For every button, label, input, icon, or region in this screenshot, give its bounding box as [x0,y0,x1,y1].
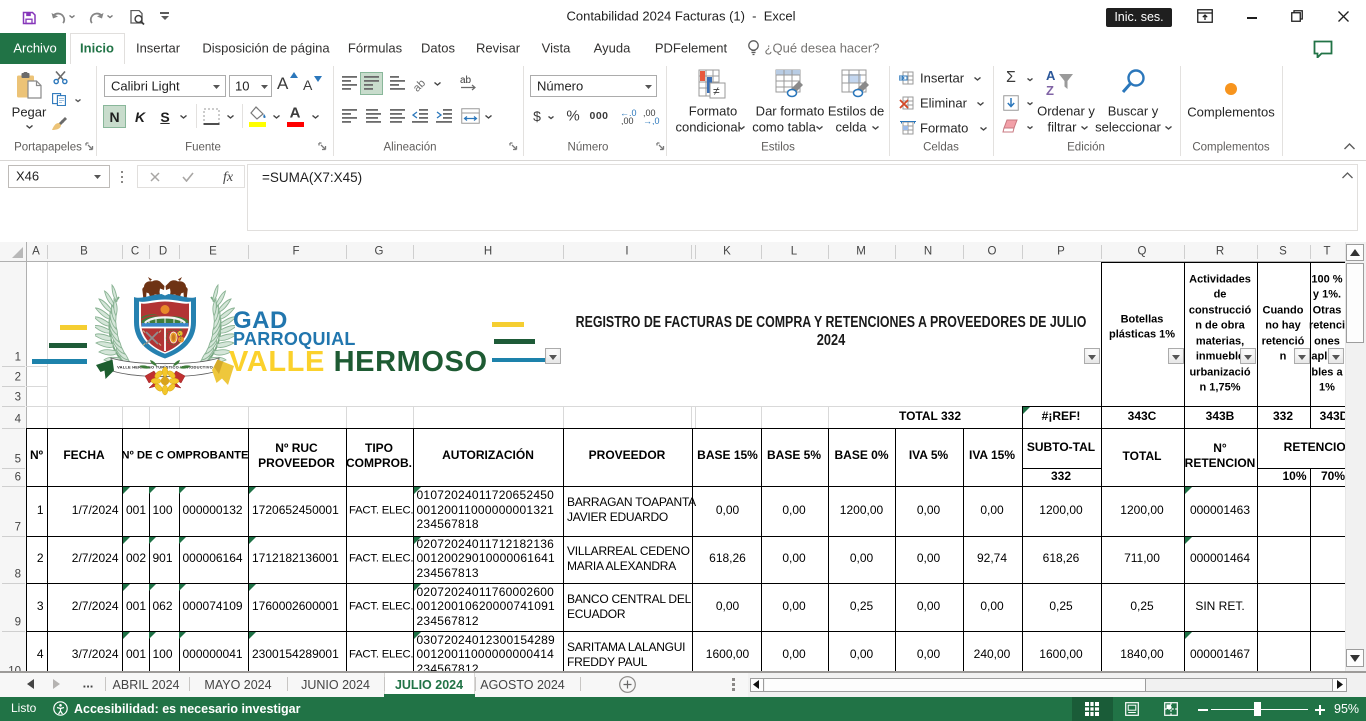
svg-text:→,0: →,0 [643,116,660,125]
svg-text:≠: ≠ [713,84,720,98]
svg-text:ab: ab [412,77,428,92]
svg-text:Z: Z [1046,83,1054,98]
svg-text:A: A [1046,68,1056,83]
svg-text:ab: ab [460,75,472,86]
svg-text:,00: ,00 [621,116,634,125]
